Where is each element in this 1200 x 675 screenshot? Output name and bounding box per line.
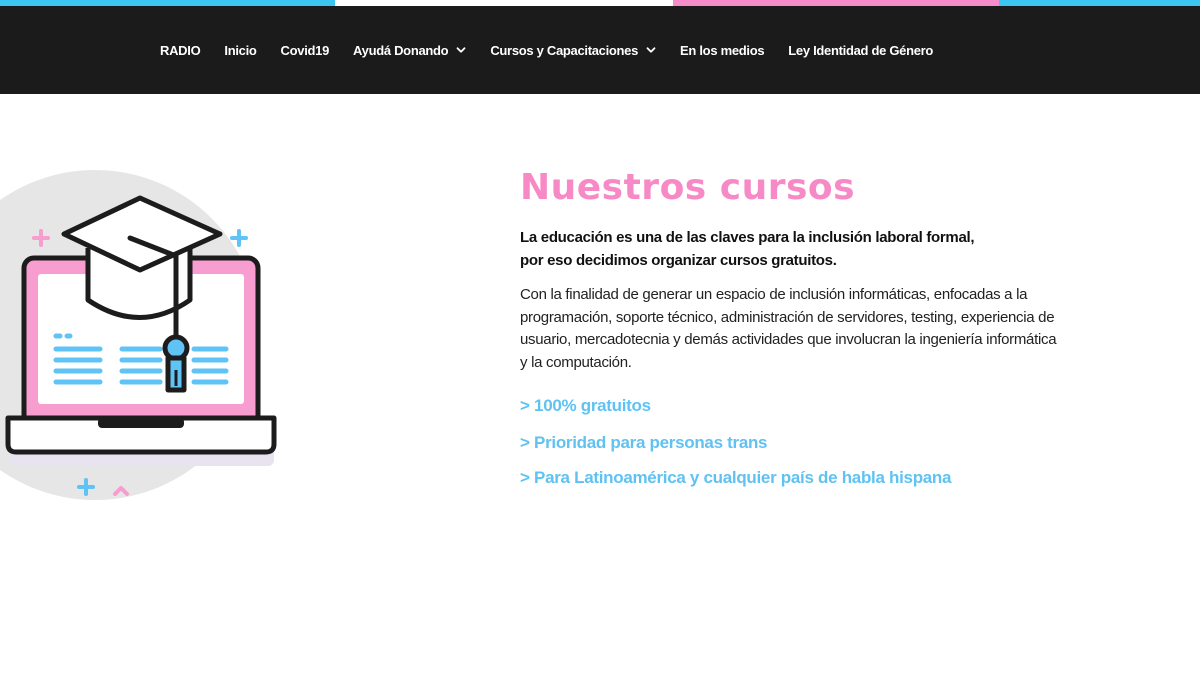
nav-item-label: Inicio: [224, 42, 257, 58]
page-title: Nuestros cursos: [520, 167, 856, 208]
nav-item-label: Ley Identidad de Género: [788, 42, 934, 58]
feature-item: > Para Latinoamérica y cualquier país de…: [520, 468, 952, 487]
chevron-down-icon: [646, 47, 656, 53]
body-paragraph: Con la finalidad de generar un espacio d…: [520, 284, 1080, 374]
body-line: usuario, mercadotecnia y demás actividad…: [520, 331, 1057, 348]
body-line: Con la finalidad de generar un espacio d…: [520, 286, 1028, 303]
laptop-graduation-cap-icon: [0, 170, 277, 500]
nav-item-label: Covid19: [280, 42, 330, 58]
nav-item-cursos[interactable]: Cursos y Capacitaciones: [490, 43, 656, 58]
body-line: y la computación.: [520, 353, 632, 371]
nav-item-label: En los medios: [680, 42, 765, 58]
courses-section: Nuestros cursos La educación es una de l…: [520, 160, 1080, 487]
site-header: RADIO Inicio Covid19 Ayudá Donando Curso…: [0, 6, 1200, 94]
nav-item-covid19[interactable]: Covid19: [280, 42, 330, 58]
courses-illustration: [0, 160, 300, 510]
main-nav: RADIO Inicio Covid19 Ayudá Donando Curso…: [160, 6, 957, 94]
laptop-notch: [98, 418, 184, 428]
nav-item-ley-identidad[interactable]: Ley Identidad de Género: [788, 43, 933, 58]
chevron-down-icon: [456, 47, 466, 53]
nav-item-radio[interactable]: RADIO: [160, 42, 201, 58]
feature-item: > Prioridad para personas trans: [520, 433, 768, 452]
body-line: programación, soporte técnico, administr…: [520, 308, 1055, 326]
nav-item-label: Ayudá Donando: [353, 42, 449, 58]
blue-plus-icon: [230, 229, 248, 247]
lead-line: La educación es una de las claves para l…: [520, 229, 975, 246]
nav-item-en-los-medios[interactable]: En los medios: [680, 42, 765, 58]
nav-item-ayuda-donando[interactable]: Ayudá Donando: [353, 43, 466, 58]
lead-line: por eso decidimos organizar cursos gratu…: [520, 252, 837, 269]
nav-item-label: RADIO: [160, 42, 201, 58]
lead-paragraph: La educación es una de las claves para l…: [520, 226, 1080, 272]
nav-item-inicio[interactable]: Inicio: [224, 43, 256, 58]
nav-item-label: Cursos y Capacitaciones: [490, 42, 639, 58]
feature-item: > 100% gratuitos: [520, 396, 651, 415]
